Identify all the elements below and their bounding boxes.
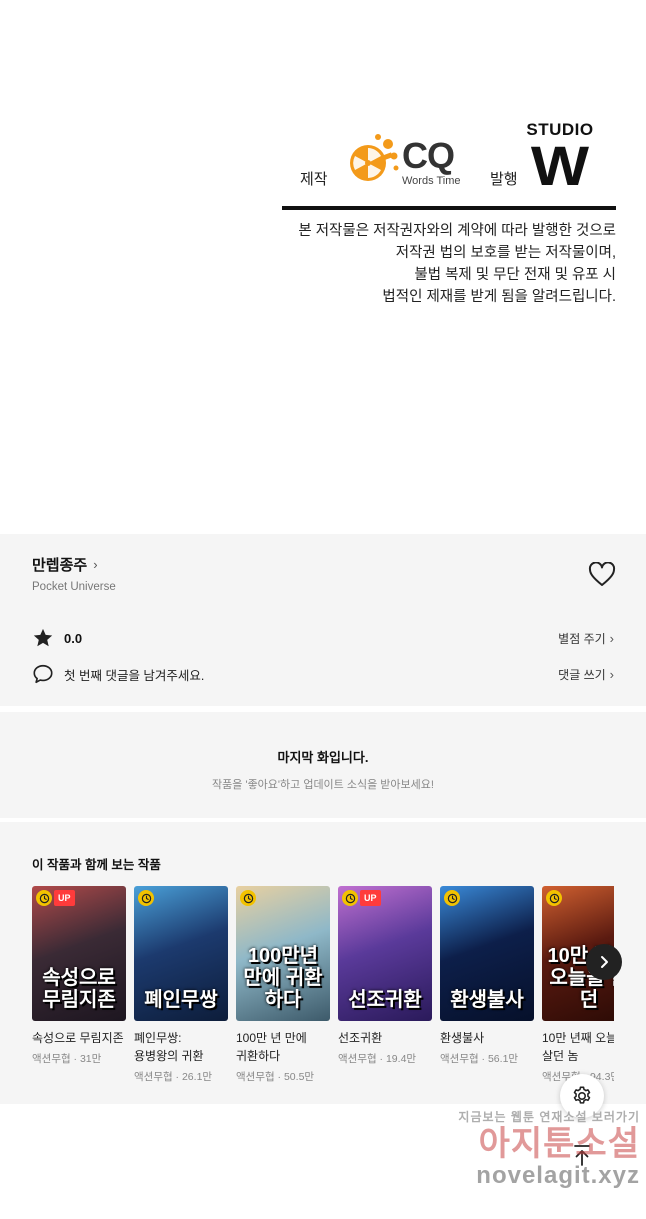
- chevron-right-icon: ›: [93, 557, 98, 572]
- wait-free-clock-icon: [546, 890, 562, 906]
- recommendation-card[interactable]: 속성으로 무림지존 UP 속성으로 무림지존액션무협 · 31만: [32, 886, 126, 1066]
- card-title: 선조귀환: [338, 1031, 383, 1045]
- settings-button[interactable]: [560, 1074, 604, 1118]
- cover-thumbnail[interactable]: 속성으로 무림지존 UP: [32, 886, 126, 1021]
- cover-title-art: 환생불사: [450, 989, 524, 1011]
- cover-title-art: 속성으로 무림지존: [42, 967, 116, 1011]
- card-title: 10만 년째 오늘을 살던 놈: [542, 1031, 614, 1063]
- cq-words-time-logo: CQ Words Time: [402, 135, 461, 188]
- cover-thumbnail[interactable]: 100만년 만에 귀환하다: [236, 886, 330, 1021]
- last-episode-subtitle: 작품을 '좋아요'하고 업데이트 소식을 받아보세요!: [212, 779, 434, 791]
- gear-icon: [573, 1086, 591, 1104]
- comment-prompt: 첫 번째 댓글을 남겨주세요.: [64, 668, 205, 683]
- wait-free-clock-icon: [36, 890, 52, 906]
- write-comment-button[interactable]: 댓글 쓰기 ›: [558, 666, 614, 683]
- orange-splash-logo-icon: [350, 134, 399, 181]
- recommendation-card[interactable]: 환생불사 환생불사 액션무협 · 56.1만: [440, 886, 534, 1066]
- card-title: 폐인무쌍: 용병왕의 귀환: [134, 1031, 204, 1063]
- carousel-next-button[interactable]: [586, 944, 622, 980]
- card-meta: 액션무협 · 50.5만: [236, 1071, 315, 1083]
- card-meta: 액션무협 · 19.4만: [338, 1053, 417, 1065]
- chevron-right-icon: ›: [609, 630, 614, 646]
- card-meta: 액션무협 · 31만: [32, 1053, 102, 1065]
- chevron-right-icon: ›: [609, 666, 614, 682]
- wait-free-clock-icon: [240, 890, 256, 906]
- cover-title-art: 선조귀환: [348, 989, 422, 1011]
- series-title: 만렙종주: [32, 557, 88, 574]
- wait-free-clock-icon: [138, 890, 154, 906]
- cover-title-art: 폐인무쌍: [144, 989, 218, 1011]
- cover-thumbnail[interactable]: 환생불사: [440, 886, 534, 1021]
- cover-thumbnail[interactable]: 선조귀환 UP: [338, 886, 432, 1021]
- rate-button[interactable]: 별점 주기 ›: [558, 630, 614, 647]
- card-title: 100만 년 만에 귀환하다: [236, 1031, 307, 1063]
- rating-row: 0.0 별점 주기 ›: [32, 626, 614, 650]
- publish-label: 발행: [490, 171, 518, 188]
- site-watermark: 지금보는 웹툰 연재소설 보러가기 아지툰소설 novelagit.xyz: [458, 1110, 640, 1189]
- scroll-top-button[interactable]: [568, 1140, 596, 1170]
- recommendation-card[interactable]: 폐인무쌍폐인무쌍: 용병왕의 귀환액션무협 · 26.1만: [134, 886, 228, 1084]
- recommendation-card[interactable]: 10만 년째 오늘을 살던10만 년째 오늘을 살던 놈액션무협 · 94.3만: [542, 886, 614, 1084]
- recommendations-section: 이 작품과 함께 보는 작품 속성으로 무림지존 UP 속성으로 무림지존액션무협 …: [0, 822, 646, 1104]
- wait-free-clock-icon: [444, 890, 460, 906]
- up-badge: UP: [360, 890, 381, 906]
- comment-row: 첫 번째 댓글을 남겨주세요. 댓글 쓰기 ›: [32, 662, 614, 686]
- card-meta: 액션무협 · 56.1만: [440, 1053, 519, 1065]
- series-subtitle: Pocket Universe: [32, 581, 116, 593]
- copyright-notice: 본 저작물은 저작권자와의 계약에 따라 발행한 것으로 저작권 법의 보호를 …: [298, 223, 616, 305]
- credits-section: 제작 CQ Words Time 발행 STUDIO W 본 저작물은 저작권자…: [0, 0, 646, 534]
- recommendations-heading: 이 작품과 함께 보는 작품: [32, 858, 161, 872]
- last-episode-banner: 마지막 화입니다. 작품을 '좋아요'하고 업데이트 소식을 받아보세요!: [0, 712, 646, 818]
- up-badge: UP: [54, 890, 75, 906]
- produce-label: 제작: [300, 171, 328, 188]
- series-info-panel: 만렙종주 › Pocket Universe 0.0 별점 주기 › 첫 번째 …: [0, 534, 646, 706]
- rating-value: 0.0: [64, 630, 83, 646]
- comment-bubble-icon: [33, 664, 53, 684]
- cover-thumbnail[interactable]: 폐인무쌍: [134, 886, 228, 1021]
- like-heart-icon[interactable]: [588, 562, 616, 588]
- last-episode-title: 마지막 화입니다.: [277, 750, 369, 765]
- publisher-logos: 제작 CQ Words Time 발행 STUDIO W: [296, 118, 616, 198]
- studio-w-logo: STUDIO W: [526, 120, 594, 197]
- chevron-right-icon: [601, 956, 608, 968]
- cover-title-art: 100만년 만에 귀환하다: [243, 945, 323, 1011]
- series-title-link[interactable]: 만렙종주 ›: [32, 554, 98, 575]
- star-icon: [33, 628, 53, 647]
- recommendation-card[interactable]: 선조귀환 UP 선조귀환액션무협 · 19.4만: [338, 886, 432, 1066]
- wait-free-clock-icon: [342, 890, 358, 906]
- divider: [282, 206, 616, 210]
- arrow-up-icon: [574, 1145, 590, 1166]
- card-title: 속성으로 무림지존: [32, 1031, 124, 1045]
- card-meta: 액션무협 · 26.1만: [134, 1071, 213, 1083]
- recommendation-card[interactable]: 100만년 만에 귀환하다 100만 년 만에 귀환하다액션무협 · 50.5만: [236, 886, 330, 1084]
- recommendation-carousel: 속성으로 무림지존 UP 속성으로 무림지존액션무협 · 31만 폐인무쌍폐인무쌍: …: [32, 886, 614, 1096]
- card-title: 환생불사: [440, 1031, 485, 1045]
